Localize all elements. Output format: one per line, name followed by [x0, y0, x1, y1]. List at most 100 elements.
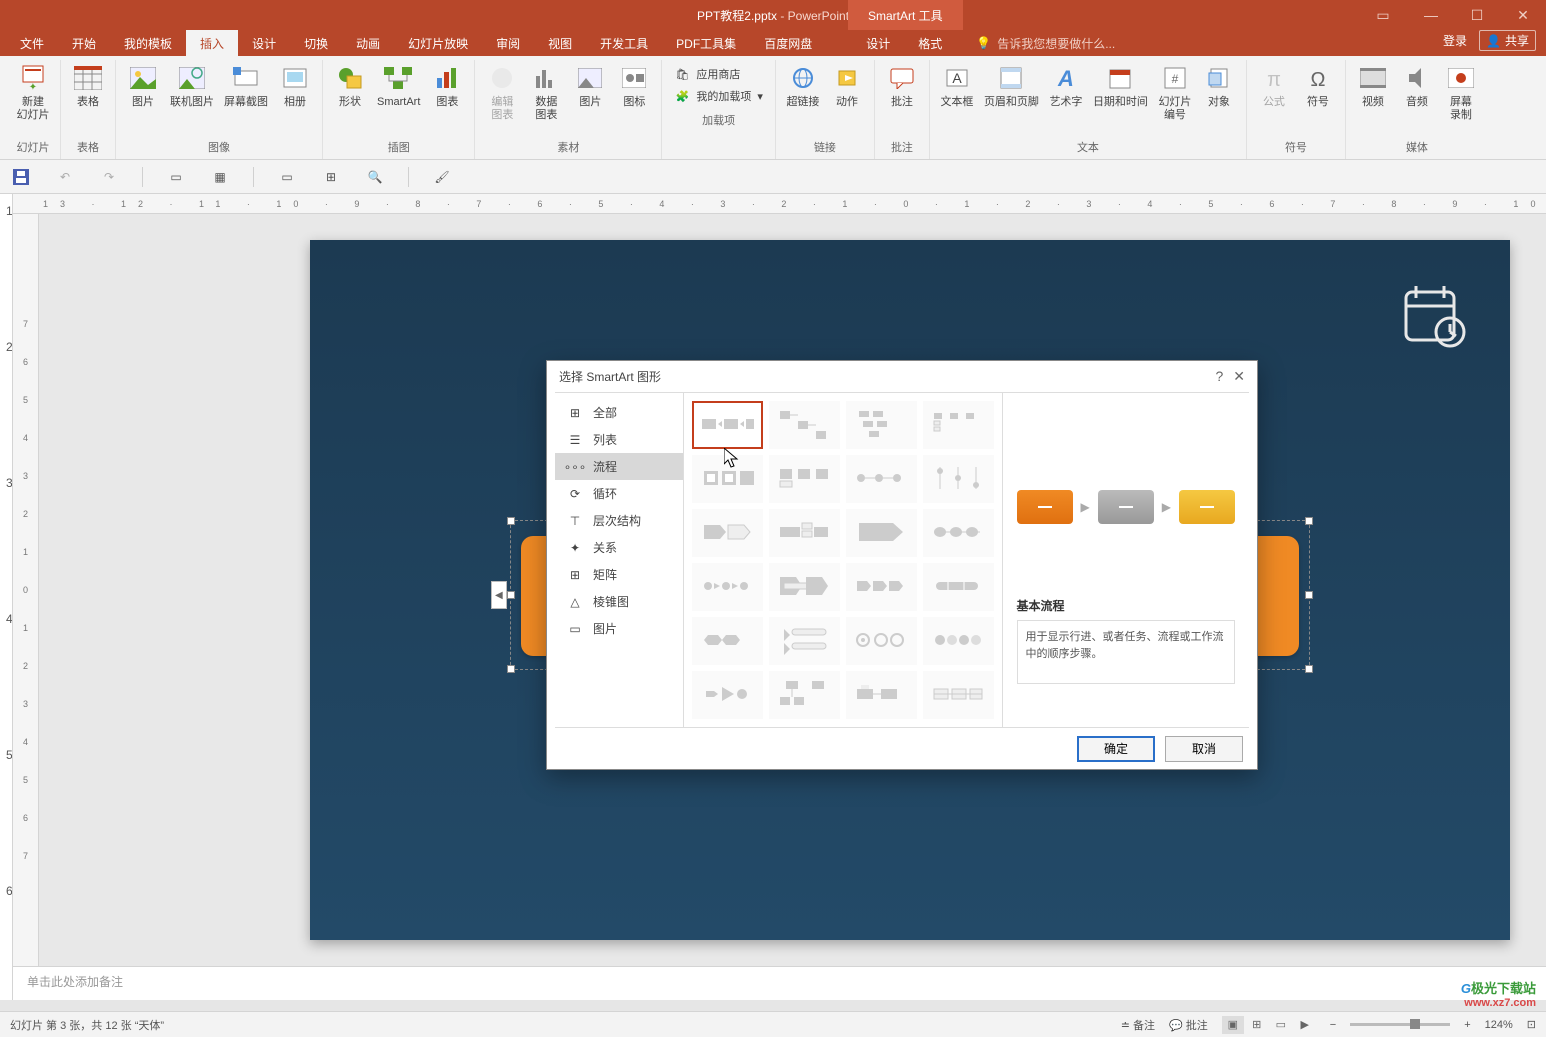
material-picture-button[interactable]: 图片	[569, 60, 611, 137]
layout-item[interactable]	[692, 617, 763, 665]
resize-handle[interactable]	[1305, 517, 1313, 525]
header-footer-button[interactable]: 页眉和页脚	[980, 60, 1043, 137]
data-chart-button[interactable]: 数据图表	[525, 60, 567, 137]
material-icons-button[interactable]: 图标	[613, 60, 655, 137]
layout-item[interactable]	[846, 401, 917, 449]
audio-button[interactable]: 音频	[1396, 60, 1438, 137]
category-cycle[interactable]: ⟳循环	[555, 480, 683, 507]
category-relationship[interactable]: ✦关系	[555, 534, 683, 561]
category-process[interactable]: ∘∘∘流程	[555, 453, 683, 480]
layout-item[interactable]	[769, 401, 840, 449]
my-addins-button[interactable]: 🧩我的加载项 ▾	[670, 86, 767, 106]
layout-item[interactable]	[846, 509, 917, 557]
notes-toggle[interactable]: ≐ 备注	[1121, 1017, 1155, 1033]
app-store-button[interactable]: 🛍应用商店	[670, 64, 767, 84]
layout-item[interactable]	[692, 455, 763, 503]
tab-animations[interactable]: 动画	[342, 30, 394, 56]
object-button[interactable]: 对象	[1198, 60, 1240, 137]
smartart-button[interactable]: SmartArt	[373, 60, 424, 137]
textbox-button[interactable]: A文本框	[936, 60, 978, 137]
layout-item[interactable]	[769, 671, 840, 719]
category-matrix[interactable]: ⊞矩阵	[555, 561, 683, 588]
dialog-layout-grid[interactable]	[684, 393, 1002, 727]
tab-insert[interactable]: 插入	[186, 30, 238, 56]
symbol-button[interactable]: Ω符号	[1297, 60, 1339, 137]
resize-handle[interactable]	[507, 665, 515, 673]
online-pictures-button[interactable]: 联机图片	[166, 60, 218, 137]
slide-number-button[interactable]: #幻灯片编号	[1154, 60, 1196, 137]
zoom-level[interactable]: 124%	[1485, 1019, 1513, 1031]
qat-btn-8[interactable]: 🔍	[364, 166, 386, 188]
wordart-button[interactable]: A艺术字	[1045, 60, 1087, 137]
tab-home[interactable]: 开始	[58, 30, 110, 56]
photo-album-button[interactable]: 相册	[274, 60, 316, 137]
category-picture[interactable]: ▭图片	[555, 615, 683, 642]
comments-toggle[interactable]: 💬 批注	[1169, 1017, 1208, 1033]
notes-pane[interactable]: 单击此处添加备注	[13, 966, 1546, 1000]
slideshow-view-button[interactable]: ▶	[1294, 1016, 1316, 1034]
layout-item[interactable]	[923, 401, 994, 449]
layout-item[interactable]	[769, 509, 840, 557]
tab-file[interactable]: 文件	[6, 30, 58, 56]
category-pyramid[interactable]: △棱锥图	[555, 588, 683, 615]
resize-handle[interactable]	[1305, 665, 1313, 673]
screenshot-button[interactable]: 屏幕截图	[220, 60, 272, 137]
reading-view-button[interactable]: ▭	[1270, 1016, 1292, 1034]
video-button[interactable]: 视频	[1352, 60, 1394, 137]
minimize-button[interactable]: —	[1408, 0, 1454, 30]
layout-item[interactable]	[769, 563, 840, 611]
layout-item[interactable]	[923, 671, 994, 719]
resize-handle[interactable]	[507, 517, 515, 525]
zoom-slider[interactable]	[1350, 1023, 1450, 1026]
tab-review[interactable]: 审阅	[482, 30, 534, 56]
screen-recording-button[interactable]: 屏幕录制	[1440, 60, 1482, 137]
redo-button[interactable]: ↷	[98, 166, 120, 188]
tab-transitions[interactable]: 切换	[290, 30, 342, 56]
resize-handle[interactable]	[1305, 591, 1313, 599]
comment-button[interactable]: 批注	[881, 60, 923, 137]
tab-smartart-design[interactable]: 设计	[852, 30, 904, 56]
chart-button[interactable]: 图表	[426, 60, 468, 137]
dialog-close-button[interactable]: ✕	[1233, 368, 1245, 385]
dialog-cancel-button[interactable]: 取消	[1165, 736, 1243, 762]
text-pane-toggle[interactable]: ◀	[491, 581, 507, 609]
action-button[interactable]: 动作	[826, 60, 868, 137]
tab-baidu-netdisk[interactable]: 百度网盘	[750, 30, 826, 56]
tell-me-search[interactable]: 💡 告诉我您想要做什么...	[976, 30, 1115, 56]
zoom-in-button[interactable]: +	[1464, 1019, 1470, 1031]
layout-item[interactable]	[846, 671, 917, 719]
tab-pdf-tools[interactable]: PDF工具集	[662, 30, 750, 56]
layout-item[interactable]	[692, 563, 763, 611]
pictures-button[interactable]: 图片	[122, 60, 164, 137]
signin-link[interactable]: 登录	[1443, 32, 1467, 49]
date-time-button[interactable]: 日期和时间	[1089, 60, 1152, 137]
hyperlink-button[interactable]: 超链接	[782, 60, 824, 137]
tab-view[interactable]: 视图	[534, 30, 586, 56]
share-button[interactable]: 👤共享	[1479, 30, 1536, 51]
layout-item[interactable]	[923, 563, 994, 611]
maximize-button[interactable]: ☐	[1454, 0, 1500, 30]
resize-handle[interactable]	[507, 591, 515, 599]
layout-item[interactable]	[846, 563, 917, 611]
layout-item[interactable]	[923, 509, 994, 557]
layout-item[interactable]	[769, 455, 840, 503]
layout-item[interactable]	[923, 455, 994, 503]
zoom-out-button[interactable]: −	[1330, 1019, 1336, 1031]
layout-item[interactable]	[692, 509, 763, 557]
qat-btn-6[interactable]: ▭	[276, 166, 298, 188]
tab-developer[interactable]: 开发工具	[586, 30, 662, 56]
layout-item[interactable]	[846, 455, 917, 503]
layout-item[interactable]	[769, 617, 840, 665]
tab-design[interactable]: 设计	[238, 30, 290, 56]
layout-basic-process[interactable]	[692, 401, 763, 449]
category-hierarchy[interactable]: ⊤层次结构	[555, 507, 683, 534]
layout-item[interactable]	[846, 617, 917, 665]
tab-my-templates[interactable]: 我的模板	[110, 30, 186, 56]
qat-btn-5[interactable]: ▦	[209, 166, 231, 188]
category-all[interactable]: ⊞全部	[555, 399, 683, 426]
table-button[interactable]: 表格	[67, 60, 109, 137]
undo-button[interactable]: ↶	[54, 166, 76, 188]
tab-smartart-format[interactable]: 格式	[904, 30, 956, 56]
sorter-view-button[interactable]: ⊞	[1246, 1016, 1268, 1034]
shapes-button[interactable]: 形状	[329, 60, 371, 137]
